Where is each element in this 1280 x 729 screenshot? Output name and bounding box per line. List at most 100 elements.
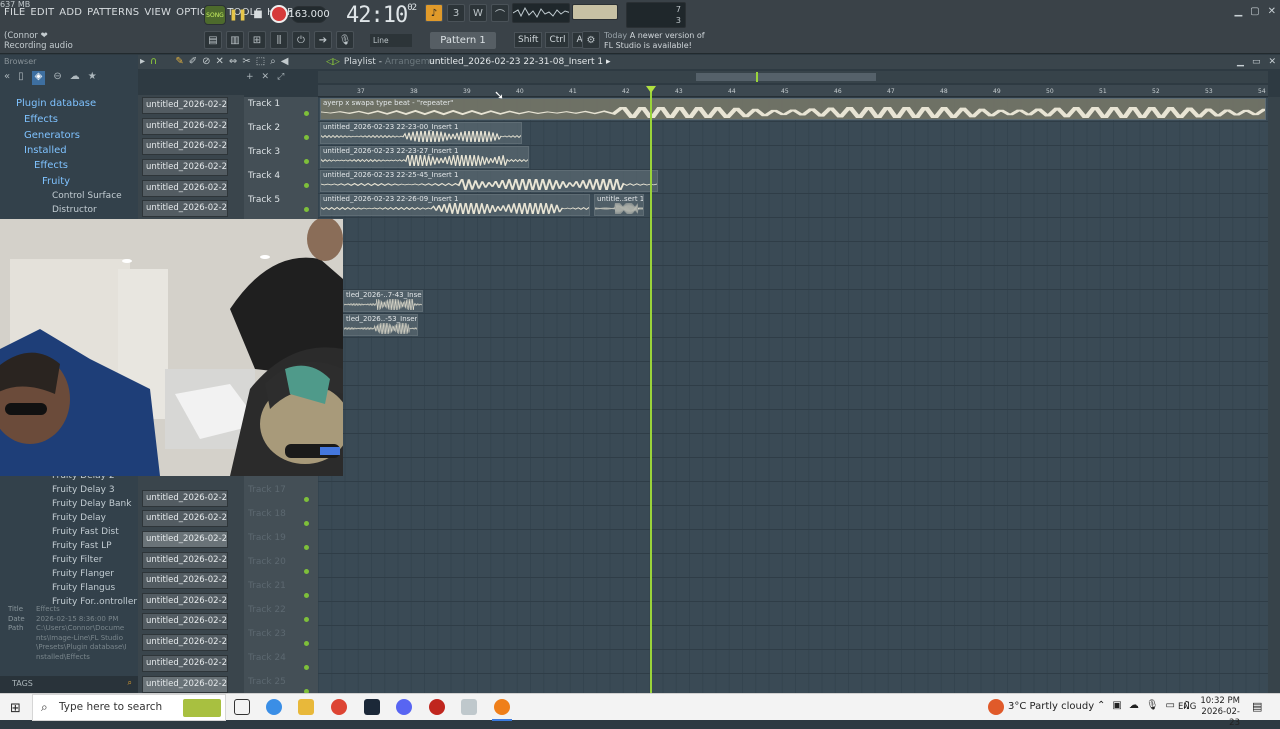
track-name[interactable]: Track 24 [248,653,286,663]
plugin-picker-button[interactable]: ⏻ [292,31,310,49]
resize-icon[interactable]: ⤢ [277,72,284,82]
arrangement-name[interactable]: untitled_2026-02-23 22-31-08_Insert 1 ▸ [429,57,611,67]
menu-edit[interactable]: EDIT [30,7,54,18]
slip-icon[interactable]: ⇔ [229,56,237,67]
play-pattern-icon[interactable]: ◁▷ [326,57,340,67]
channel-button[interactable]: untitled_2026-02-23 22-... [142,531,228,548]
snap-selector[interactable]: Line [370,34,412,47]
loop-record-button[interactable]: ⌒ [491,4,509,22]
track-name[interactable]: Track 21 [248,581,286,591]
audio-clip[interactable]: untitled_2026-02-23 22-26-09_Insert 1 [320,194,590,216]
browser-tree-item[interactable]: Effects [34,160,68,171]
steam-icon[interactable] [364,699,380,715]
audio-clip[interactable]: untitled_2026-02-23 22-23-27_Insert 1 [320,146,529,168]
channel-button[interactable]: untitled_2026-02-23 22-... [142,97,228,114]
track-name[interactable]: Track 18 [248,509,286,519]
track-name[interactable]: Track 3 [248,147,280,157]
file-explorer-icon[interactable] [298,699,314,715]
delete-icon[interactable]: ⊘ [202,56,210,67]
playlist-minimize-icon[interactable]: ▁ [1237,57,1244,67]
menu-add[interactable]: ADD [59,7,82,18]
browser-tree-item[interactable]: Fruity Delay [52,513,106,523]
tray-chevron-icon[interactable]: ⌃ [1097,700,1105,711]
shift-key-button[interactable]: Shift [514,32,543,48]
wait-button[interactable]: W [469,4,487,22]
collapse-icon[interactable]: « [4,71,10,85]
tempo-display[interactable]: 163.000 [288,6,330,23]
mixer-button[interactable]: ⫼ [270,31,288,49]
playlist-window-button[interactable]: ▤ [204,31,222,49]
channel-rack-button[interactable]: ⊞ [248,31,266,49]
windows-start-icon[interactable]: ⊞ [10,701,21,716]
audio-clip[interactable]: untitle..sert 1 [594,194,644,216]
channel-button[interactable]: untitled_2026-02-23 22-... [142,552,228,569]
track-name[interactable]: Track 4 [248,171,280,181]
ctrl-key-button[interactable]: Ctrl [545,32,570,48]
channel-button[interactable]: untitled_2026-02-23 22-... [142,593,228,610]
playlist-maximize-icon[interactable]: ▭ [1252,57,1261,67]
menu-patterns[interactable]: PATTERNS [87,7,139,18]
track-mute-dot[interactable] [304,111,309,116]
browser-tree-item[interactable]: Fruity [42,176,70,187]
menu-arrow-icon[interactable]: ▸ [140,56,145,67]
track-mute-dot[interactable] [304,207,309,212]
track-mute-dot[interactable] [304,593,309,598]
channel-button[interactable]: untitled_2026-02-23 22-... [142,613,228,630]
view-icon[interactable]: ◈ [31,71,46,85]
track-name[interactable]: Track 25 [248,677,286,687]
news-button[interactable]: ⚙ [582,31,600,49]
tags-bar[interactable]: TAGS ⌕ [0,676,138,693]
tray-app-icon[interactable]: ▣ [1112,700,1121,711]
file-icon[interactable]: ▯ [18,71,24,85]
app-window-icon[interactable] [461,699,477,715]
tray-cloud-icon[interactable]: ☁ [1129,700,1139,711]
mute-icon[interactable]: ✕ [216,56,224,67]
browser-tree-item[interactable]: Fruity Fast Dist [52,527,119,537]
tray-mic-icon[interactable]: 🎙 [1146,700,1159,711]
discord-icon[interactable] [396,699,412,715]
zoom-icon[interactable]: ⌕ [270,56,276,67]
metronome-button[interactable]: ♪ [425,4,443,22]
clear-icon[interactable]: ✕ [262,72,270,82]
pencil-icon[interactable]: ✎ [175,56,183,67]
track-name[interactable]: Track 23 [248,629,286,639]
taskbar-clock[interactable]: 10:32 PM 2026-02-23 [1200,696,1240,729]
add-track-icon[interactable]: + [246,72,254,82]
pattern-selector[interactable]: Pattern 1 [430,32,496,49]
channel-button[interactable]: untitled_2026-02-23 22-... [142,138,228,155]
weather-widget[interactable]: 3°C Partly cloudy [1008,701,1094,712]
track-name[interactable]: Track 19 [248,533,286,543]
playlist-close-icon[interactable]: ✕ [1268,57,1276,67]
select-icon[interactable]: ⬚ [256,56,265,67]
track-name[interactable]: Track 2 [248,123,280,133]
minimize-icon[interactable]: ▁ [1234,6,1242,17]
audio-clip[interactable]: untitled_2026-02-23 22-25-45_Insert 1 [320,170,658,192]
maximize-icon[interactable]: ▢ [1250,6,1259,17]
audio-clip[interactable]: tled_2026..-53_Insert 1 [343,314,418,336]
notifications-icon[interactable]: ▤ [1252,700,1262,713]
browser-tree-item[interactable]: Fruity Delay 3 [52,485,115,495]
browser-tree-item[interactable]: Fruity Delay Bank [52,499,131,509]
menu-view[interactable]: VIEW [144,7,171,18]
track-mute-dot[interactable] [304,617,309,622]
track-mute-dot[interactable] [304,183,309,188]
record-button[interactable] [270,5,288,23]
channel-button[interactable]: untitled_2026-02-23 22-... [142,159,228,176]
language-indicator[interactable]: ENG [1178,702,1196,712]
channel-button[interactable]: untitled_2026-02-23 22-... [142,634,228,651]
magnet-icon[interactable]: ∩ [150,56,157,67]
track-name[interactable]: Track 22 [248,605,286,615]
fl-studio-icon[interactable] [494,699,510,715]
channel-button[interactable]: untitled_2026-02-23 22-... [142,655,228,672]
audio-clip[interactable]: ayerp x swapa type beat - "repeater" [320,98,1266,120]
cloud-icon[interactable]: ☁ [70,71,80,85]
app-icon[interactable] [429,699,445,715]
menu-file[interactable]: FILE [4,7,25,18]
scrollbar-thumb[interactable] [696,73,876,81]
browser-tree-item[interactable]: Distructor [52,205,97,215]
vertical-scrollbar[interactable] [1268,97,1280,693]
browser-tree-item[interactable]: Fruity Fast LP [52,541,112,551]
track-mute-dot[interactable] [304,159,309,164]
browser-tree-item[interactable]: Installed [24,145,67,156]
star-icon[interactable]: ★ [88,71,97,85]
